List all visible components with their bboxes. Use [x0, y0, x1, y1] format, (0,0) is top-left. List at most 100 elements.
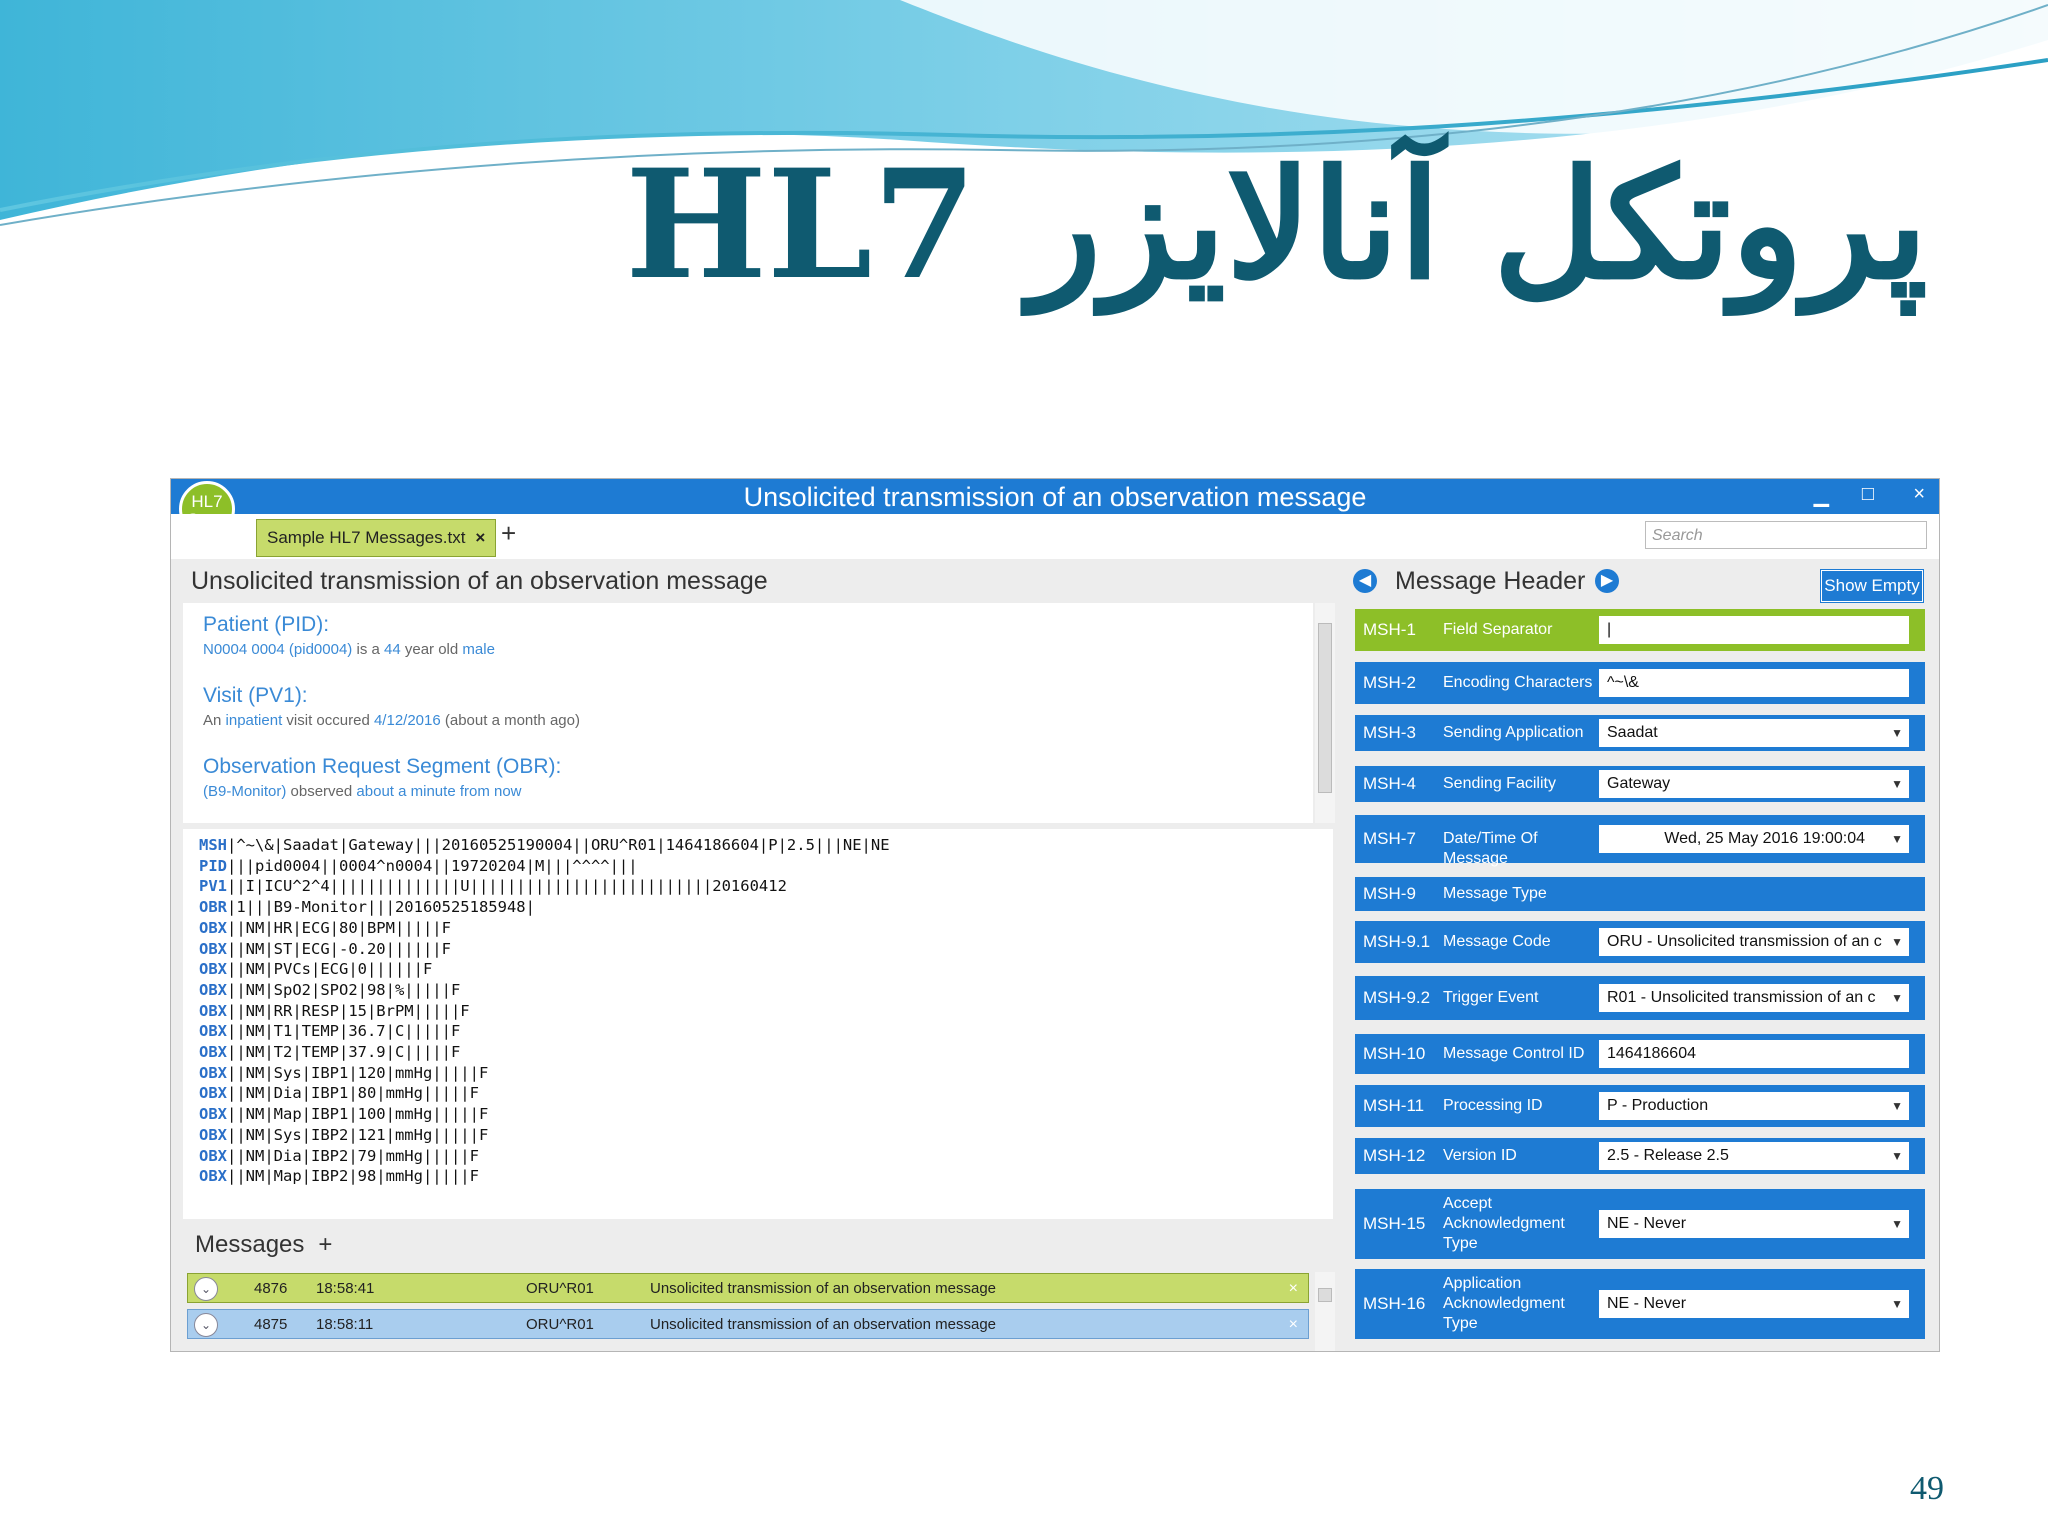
- message-row[interactable]: ⌄ 4875 18:58:11 ORU^R01 Unsolicited transmis…: [187, 1309, 1309, 1339]
- segment-name[interactable]: OBX: [199, 1147, 227, 1165]
- add-message-button[interactable]: +: [318, 1231, 332, 1258]
- raw-segment-line[interactable]: OBX||NM|T1|TEMP|36.7|C|||||F: [199, 1021, 890, 1042]
- field-row[interactable]: MSH-9.1 Message Code ORU - Unsolicited tra…: [1355, 921, 1925, 963]
- field-row[interactable]: MSH-15 Accept Acknowledgment Type NE - Nev…: [1355, 1189, 1925, 1259]
- raw-segment-line[interactable]: OBX||NM|ST|ECG|-0.20||||||F: [199, 939, 890, 960]
- field-row[interactable]: MSH-9.2 Trigger Event R01 - Unsolicited tr…: [1355, 976, 1925, 1020]
- raw-segment-line[interactable]: OBX||NM|Map|IBP2|98|mmHg|||||F: [199, 1166, 890, 1187]
- segment-fields[interactable]: ||NM|Sys|IBP2|121|mmHg|||||F: [227, 1126, 488, 1144]
- add-tab-button[interactable]: +: [501, 518, 516, 549]
- field-row[interactable]: MSH-12 Version ID 2.5 - Release 2.5 ▼: [1355, 1138, 1925, 1174]
- segment-fields[interactable]: |1|||B9-Monitor|||20160525185948|: [227, 898, 535, 916]
- close-button[interactable]: ×: [1913, 483, 1925, 506]
- field-row[interactable]: MSH-10 Message Control ID 1464186604: [1355, 1034, 1925, 1074]
- maximize-button[interactable]: □: [1862, 483, 1874, 506]
- raw-segment-line[interactable]: MSH|^~\&|Saadat|Gateway|||20160525190004…: [199, 835, 890, 856]
- segment-fields[interactable]: |||pid0004||0004^n0004||19720204|M|||^^^…: [227, 857, 638, 875]
- segment-fields[interactable]: ||NM|Dia|IBP2|79|mmHg|||||F: [227, 1147, 479, 1165]
- segment-fields[interactable]: |^~\&|Saadat|Gateway|||20160525190004||O…: [227, 836, 890, 854]
- segment-fields[interactable]: ||NM|SpO2|SPO2|98|%|||||F: [227, 981, 460, 999]
- field-row[interactable]: MSH-4 Sending Facility Gateway ▼: [1355, 766, 1925, 802]
- next-segment-icon[interactable]: ▶: [1595, 569, 1619, 593]
- remove-message-icon[interactable]: ×: [1289, 1280, 1298, 1298]
- segment-name[interactable]: OBX: [199, 960, 227, 978]
- segment-name[interactable]: OBX: [199, 1167, 227, 1185]
- raw-segment-line[interactable]: OBR|1|||B9-Monitor|||20160525185948|: [199, 897, 890, 918]
- segment-name[interactable]: PID: [199, 857, 227, 875]
- segment-fields[interactable]: ||NM|RR|RESP|15|BrPM|||||F: [227, 1002, 470, 1020]
- field-value-input[interactable]: |: [1599, 616, 1909, 644]
- raw-segment-line[interactable]: OBX||NM|RR|RESP|15|BrPM|||||F: [199, 1001, 890, 1022]
- segment-name[interactable]: OBX: [199, 1002, 227, 1020]
- scrollbar-thumb[interactable]: [1318, 1288, 1332, 1302]
- remove-message-icon[interactable]: ×: [1289, 1316, 1298, 1334]
- chevron-down-icon[interactable]: ▼: [1891, 1142, 1903, 1170]
- field-row[interactable]: MSH-16 Application Acknowledgment Type NE …: [1355, 1269, 1925, 1339]
- segment-fields[interactable]: ||NM|Dia|IBP1|80|mmHg|||||F: [227, 1084, 479, 1102]
- raw-segment-line[interactable]: PID|||pid0004||0004^n0004||19720204|M|||…: [199, 856, 890, 877]
- field-value-select[interactable]: P - Production ▼: [1599, 1092, 1909, 1120]
- segment-fields[interactable]: ||NM|PVCs|ECG|0||||||F: [227, 960, 432, 978]
- chevron-down-icon[interactable]: ▼: [1891, 928, 1903, 956]
- field-value-input[interactable]: ^~\&: [1599, 669, 1909, 697]
- segment-fields[interactable]: ||NM|Map|IBP1|100|mmHg|||||F: [227, 1105, 488, 1123]
- chevron-down-icon[interactable]: ▼: [1891, 1092, 1903, 1120]
- obr-section-title[interactable]: Observation Request Segment (OBR):: [203, 755, 561, 779]
- field-row[interactable]: MSH-2 Encoding Characters ^~\&: [1355, 662, 1925, 704]
- scrollbar-thumb[interactable]: [1318, 623, 1332, 793]
- show-empty-button[interactable]: Show Empty: [1820, 569, 1924, 603]
- chevron-down-icon[interactable]: ▼: [1891, 1210, 1903, 1238]
- segment-fields[interactable]: ||NM|ST|ECG|-0.20||||||F: [227, 940, 451, 958]
- field-value-select[interactable]: 2.5 - Release 2.5 ▼: [1599, 1142, 1909, 1170]
- field-row[interactable]: MSH-9 Message Type: [1355, 877, 1925, 911]
- segment-name[interactable]: OBX: [199, 1022, 227, 1040]
- chevron-down-icon[interactable]: ▼: [1891, 984, 1903, 1012]
- field-value-select[interactable]: R01 - Unsolicited transmission of an c ▼: [1599, 984, 1909, 1012]
- field-row[interactable]: MSH-11 Processing ID P - Production ▼: [1355, 1085, 1925, 1127]
- visit-section-title[interactable]: Visit (PV1):: [203, 684, 580, 708]
- segment-fields[interactable]: ||NM|HR|ECG|80|BPM|||||F: [227, 919, 451, 937]
- segment-name[interactable]: OBX: [199, 1105, 227, 1123]
- raw-segment-line[interactable]: OBX||NM|Sys|IBP2|121|mmHg|||||F: [199, 1125, 890, 1146]
- raw-segment-line[interactable]: OBX||NM|Map|IBP1|100|mmHg|||||F: [199, 1104, 890, 1125]
- segment-name[interactable]: OBX: [199, 981, 227, 999]
- segment-name[interactable]: OBX: [199, 1064, 227, 1082]
- chevron-down-icon[interactable]: ▼: [1891, 1290, 1903, 1318]
- raw-segment-line[interactable]: OBX||NM|T2|TEMP|37.9|C|||||F: [199, 1042, 890, 1063]
- segment-fields[interactable]: ||NM|Map|IBP2|98|mmHg|||||F: [227, 1167, 479, 1185]
- field-value-select[interactable]: NE - Never ▼: [1599, 1210, 1909, 1238]
- raw-segment-line[interactable]: OBX||NM|PVCs|ECG|0||||||F: [199, 959, 890, 980]
- field-value-input[interactable]: 1464186604: [1599, 1040, 1909, 1068]
- segment-name[interactable]: OBX: [199, 1084, 227, 1102]
- raw-segment-line[interactable]: OBX||NM|Dia|IBP1|80|mmHg|||||F: [199, 1083, 890, 1104]
- tab-sample-messages[interactable]: Sample HL7 Messages.txt ×: [256, 519, 497, 557]
- patient-section-title[interactable]: Patient (PID):: [203, 613, 495, 637]
- minimize-button[interactable]: ▁: [1814, 483, 1829, 508]
- raw-message-editor[interactable]: MSH|^~\&|Saadat|Gateway|||20160525190004…: [183, 829, 1333, 1219]
- segment-fields[interactable]: ||I|ICU^2^4||||||||||||||U||||||||||||||…: [227, 877, 787, 895]
- expand-chevron-icon[interactable]: ⌄: [194, 1313, 218, 1337]
- raw-segment-line[interactable]: OBX||NM|SpO2|SPO2|98|%|||||F: [199, 980, 890, 1001]
- previous-segment-icon[interactable]: ◀: [1353, 569, 1377, 593]
- tab-close-icon[interactable]: ×: [475, 528, 485, 547]
- field-row[interactable]: MSH-7 Date/Time Of Message Wed, 25 May 201…: [1355, 815, 1925, 867]
- field-value-select[interactable]: ORU - Unsolicited transmission of an c ▼: [1599, 928, 1909, 956]
- search-input[interactable]: Search: [1645, 521, 1927, 549]
- raw-segment-line[interactable]: OBX||NM|Sys|IBP1|120|mmHg|||||F: [199, 1063, 890, 1084]
- raw-message-text[interactable]: MSH|^~\&|Saadat|Gateway|||20160525190004…: [199, 835, 890, 1187]
- segment-name[interactable]: OBX: [199, 940, 227, 958]
- chevron-down-icon[interactable]: ▼: [1891, 770, 1903, 798]
- segment-fields[interactable]: ||NM|T2|TEMP|37.9|C|||||F: [227, 1043, 460, 1061]
- field-value-select[interactable]: NE - Never ▼: [1599, 1290, 1909, 1318]
- chevron-down-icon[interactable]: ▼: [1891, 719, 1903, 747]
- segment-name[interactable]: OBX: [199, 1043, 227, 1061]
- raw-segment-line[interactable]: OBX||NM|HR|ECG|80|BPM|||||F: [199, 918, 890, 939]
- segment-name[interactable]: OBX: [199, 1126, 227, 1144]
- chevron-down-icon[interactable]: ▼: [1891, 825, 1903, 853]
- segment-name[interactable]: MSH: [199, 836, 227, 854]
- message-row[interactable]: ⌄ 4876 18:58:41 ORU^R01 Unsolicited transmis…: [187, 1273, 1309, 1303]
- field-value-select[interactable]: Wed, 25 May 2016 19:00:04 ▼: [1599, 825, 1909, 853]
- segment-fields[interactable]: ||NM|Sys|IBP1|120|mmHg|||||F: [227, 1064, 488, 1082]
- field-row[interactable]: MSH-3 Sending Application Saadat ▼: [1355, 715, 1925, 751]
- summary-scrollbar[interactable]: [1315, 603, 1335, 823]
